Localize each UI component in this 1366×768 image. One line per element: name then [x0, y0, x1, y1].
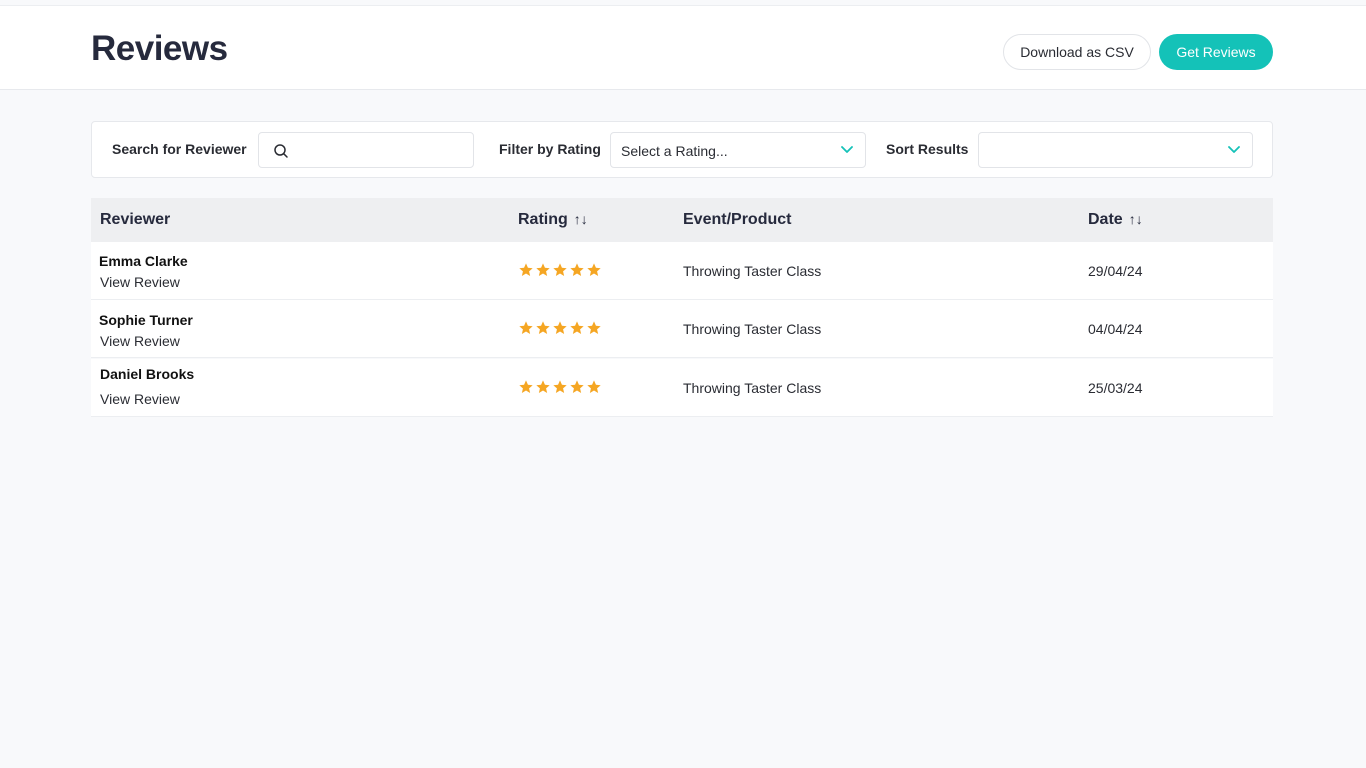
event-product: Throwing Taster Class	[683, 263, 822, 279]
column-date[interactable]: Date ↑↓	[1088, 211, 1143, 229]
star-icon	[553, 380, 567, 393]
chevron-down-icon	[1228, 146, 1240, 153]
review-date: 29/04/24	[1088, 263, 1143, 279]
view-review-link[interactable]: View Review	[100, 333, 180, 349]
page-title: Reviews	[91, 29, 228, 68]
reviewer-name: Daniel Brooks	[100, 366, 195, 382]
star-icon	[553, 263, 567, 276]
search-field[interactable]	[258, 132, 474, 168]
sort-label: Sort Results	[886, 141, 969, 157]
star-icon	[587, 321, 601, 334]
star-icon	[587, 263, 601, 276]
event-product: Throwing Taster Class	[683, 321, 822, 337]
star-icon	[570, 380, 584, 393]
column-reviewer: Reviewer	[100, 211, 171, 228]
view-review-link[interactable]: View Review	[100, 274, 180, 290]
star-rating	[518, 379, 602, 395]
rating-select[interactable]: Select a Rating...	[610, 132, 866, 168]
star-icon	[570, 321, 584, 334]
view-review-link[interactable]: View Review	[100, 391, 180, 407]
sort-arrows-icon[interactable]: ↑↓	[1129, 211, 1143, 227]
column-date-label: Date	[1088, 211, 1123, 228]
star-icon	[536, 263, 550, 276]
rating-select-value: Select a Rating...	[621, 143, 728, 159]
star-icon	[536, 380, 550, 393]
star-rating	[518, 262, 602, 278]
reviewer-name: Sophie Turner	[99, 312, 193, 328]
table-row: Emma Clarke View Review Throwing Taster …	[91, 242, 1273, 300]
star-rating	[518, 320, 602, 336]
rating-filter-label: Filter by Rating	[499, 141, 601, 157]
search-icon	[274, 144, 288, 158]
column-rating[interactable]: Rating ↑↓	[518, 211, 588, 229]
search-label: Search for Reviewer	[112, 141, 247, 157]
review-date: 25/03/24	[1088, 380, 1143, 396]
sort-arrows-icon[interactable]: ↑↓	[574, 211, 588, 227]
star-icon	[536, 321, 550, 334]
column-event: Event/Product	[683, 211, 792, 228]
chevron-down-icon	[841, 146, 853, 153]
star-icon	[519, 263, 533, 276]
event-product: Throwing Taster Class	[683, 380, 822, 396]
download-csv-button[interactable]: Download as CSV	[1003, 34, 1151, 70]
review-date: 04/04/24	[1088, 321, 1143, 337]
table-header: Reviewer Rating ↑↓ Event/Product Date ↑↓	[91, 198, 1273, 242]
filter-bar: Search for Reviewer Filter by Rating Sel…	[91, 121, 1273, 178]
column-rating-label: Rating	[518, 211, 568, 228]
page-header: Reviews Download as CSV Get Reviews	[0, 6, 1366, 90]
reviewer-name: Emma Clarke	[99, 253, 188, 269]
star-icon	[519, 321, 533, 334]
sort-select[interactable]	[978, 132, 1253, 168]
star-icon	[553, 321, 567, 334]
get-reviews-button[interactable]: Get Reviews	[1159, 34, 1273, 70]
table-row: Sophie Turner View Review Throwing Taste…	[91, 300, 1273, 358]
table-row: Daniel Brooks View Review Throwing Taste…	[91, 359, 1273, 417]
star-icon	[519, 380, 533, 393]
star-icon	[587, 380, 601, 393]
search-input[interactable]	[297, 137, 467, 163]
star-icon	[570, 263, 584, 276]
